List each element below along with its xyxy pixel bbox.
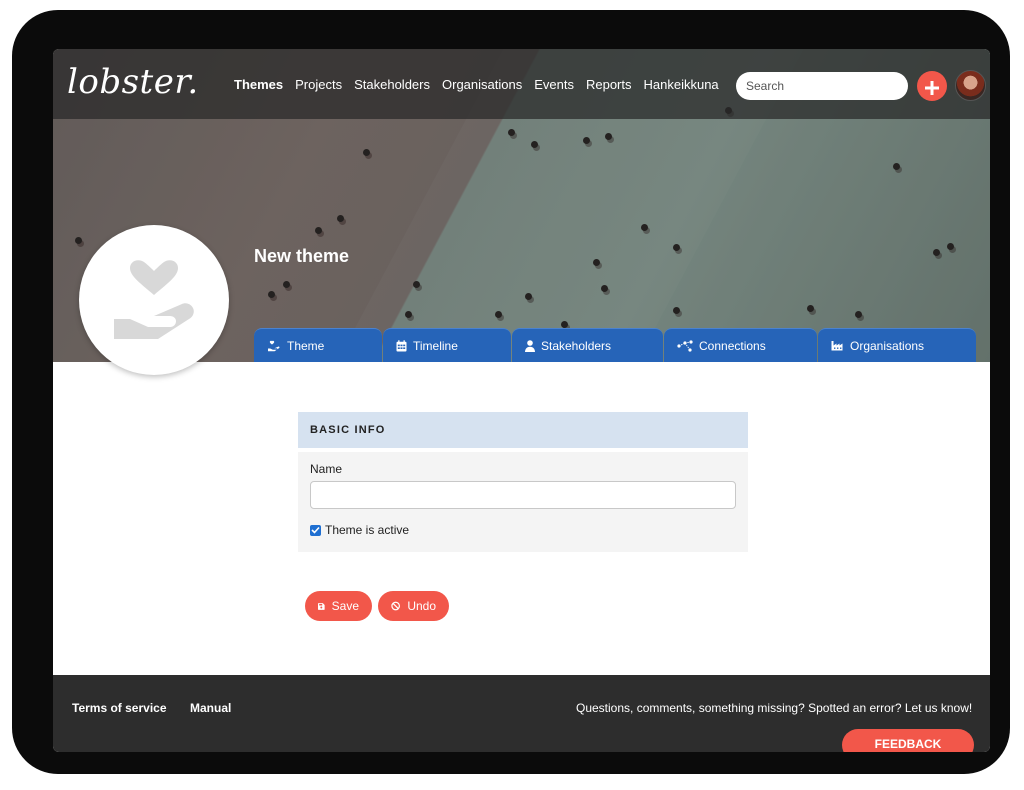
top-navigation-bar: lobster. Themes Projects Stakeholders Or… <box>53 49 990 119</box>
heart-hand-icon <box>114 260 194 339</box>
tab-bar: Theme Timeline Stakeholders Connections … <box>254 328 977 362</box>
feedback-message: Questions, comments, something missing? … <box>576 701 973 715</box>
plus-icon <box>925 81 939 95</box>
search-input[interactable] <box>736 72 908 100</box>
nav-item-themes[interactable]: Themes <box>234 77 283 92</box>
section-body: Name Theme is active <box>298 452 748 552</box>
feedback-button[interactable]: FEEDBACK <box>842 729 974 752</box>
undo-button[interactable]: Undo <box>378 591 449 621</box>
tab-connections[interactable]: Connections <box>664 328 817 362</box>
theme-image-placeholder[interactable] <box>79 225 229 375</box>
terms-of-service-link[interactable]: Terms of service <box>72 701 167 715</box>
ban-icon <box>391 601 401 611</box>
main-nav: Themes Projects Stakeholders Organisatio… <box>234 77 731 92</box>
calendar-icon <box>396 339 407 351</box>
tab-theme-label: Theme <box>287 338 325 353</box>
tab-timeline[interactable]: Timeline <box>383 328 511 362</box>
undo-label: Undo <box>407 599 436 613</box>
floppy-disk-icon <box>318 602 325 610</box>
save-label: Save <box>331 599 359 613</box>
tab-timeline-label: Timeline <box>413 338 458 353</box>
footer: Terms of service Manual Questions, comme… <box>53 675 990 752</box>
nav-item-projects[interactable]: Projects <box>295 77 342 92</box>
save-button[interactable]: Save <box>305 591 372 621</box>
lobster-logo[interactable]: lobster. <box>67 62 199 102</box>
hand-heart-icon <box>268 340 280 351</box>
nav-item-events[interactable]: Events <box>534 77 574 92</box>
industry-icon <box>831 341 843 351</box>
theme-active-row: Theme is active <box>310 523 736 537</box>
user-avatar[interactable] <box>955 70 986 101</box>
manual-link[interactable]: Manual <box>190 701 231 715</box>
page-title: New theme <box>254 246 350 266</box>
name-label: Name <box>310 462 343 476</box>
tab-connections-label: Connections <box>699 338 766 353</box>
section-title: BASIC INFO <box>298 412 748 448</box>
basic-info-section: BASIC INFO Name Theme is active <box>298 412 748 552</box>
tab-organisations[interactable]: Organisations <box>818 328 976 362</box>
theme-active-label: Theme is active <box>325 523 410 537</box>
tab-stakeholders-label: Stakeholders <box>541 338 612 353</box>
user-icon <box>525 339 535 352</box>
nav-item-hankeikkuna[interactable]: Hankeikkuna <box>644 77 719 92</box>
add-button[interactable] <box>917 71 947 101</box>
theme-active-checkbox[interactable] <box>310 524 321 536</box>
nav-item-stakeholders[interactable]: Stakeholders <box>354 77 430 92</box>
tab-organisations-label: Organisations <box>850 338 925 353</box>
tab-stakeholders[interactable]: Stakeholders <box>512 328 663 362</box>
tablet-frame: New theme Theme Timeline Stakeholders Co… <box>12 10 1010 774</box>
name-field[interactable] <box>310 481 736 509</box>
nav-item-organisations[interactable]: Organisations <box>442 77 522 92</box>
network-icon <box>677 339 693 352</box>
tab-theme[interactable]: Theme <box>254 328 382 362</box>
nav-item-reports[interactable]: Reports <box>586 77 632 92</box>
check-icon <box>311 526 320 534</box>
app-screen: New theme Theme Timeline Stakeholders Co… <box>53 49 990 752</box>
